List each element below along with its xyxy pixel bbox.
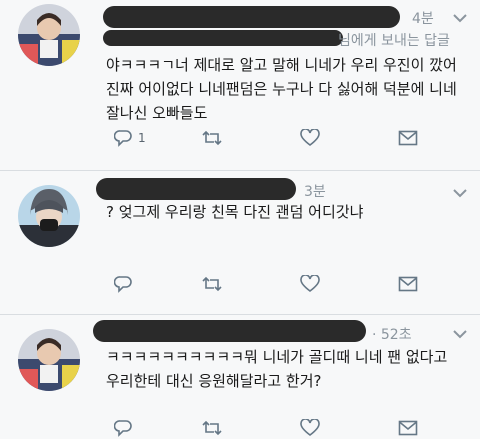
avatar[interactable] bbox=[18, 185, 80, 247]
tweet-text-line: ? 엊그제 우리랑 친목 다진 괜덤 어디갓냐 bbox=[106, 203, 364, 221]
chevron-down-icon[interactable] bbox=[452, 13, 468, 23]
tweet-3[interactable]: · 52초 ㅋㅋㅋㅋㅋㅋㅋㅋㅋㅋ뭐 니네가 골디때 니네 팬 없다고 우리한테 … bbox=[0, 315, 480, 439]
avatar[interactable] bbox=[18, 4, 80, 66]
heart-icon bbox=[300, 129, 320, 147]
reply-icon bbox=[114, 276, 132, 293]
tweet-text: ? 엊그제 우리랑 친목 다진 괜덤 어디갓냐 bbox=[106, 200, 363, 224]
tweet-text-line: 우리한테 대신 응원해달라고 한거? bbox=[106, 372, 322, 390]
reply-icon bbox=[114, 420, 132, 437]
retweet-icon bbox=[202, 276, 222, 292]
tweet-2[interactable]: 3분 ? 엊그제 우리랑 친목 다진 괜덤 어디갓냐 bbox=[0, 171, 480, 314]
chevron-down-icon[interactable] bbox=[452, 329, 468, 339]
like-button[interactable] bbox=[300, 419, 320, 437]
like-button[interactable] bbox=[300, 275, 320, 293]
retweet-button[interactable] bbox=[201, 275, 223, 293]
reply-button[interactable]: 1 bbox=[114, 129, 146, 147]
reply-count: 1 bbox=[138, 131, 146, 145]
redacted-username bbox=[103, 6, 400, 28]
timestamp: · 52초 bbox=[372, 327, 412, 343]
mail-icon bbox=[398, 276, 418, 292]
timestamp: 3분 bbox=[304, 184, 326, 200]
retweet-icon bbox=[202, 130, 222, 146]
chevron-down-icon[interactable] bbox=[452, 188, 468, 198]
reply-icon bbox=[114, 130, 132, 147]
heart-icon bbox=[300, 275, 320, 293]
heart-icon bbox=[300, 419, 320, 437]
retweet-button[interactable] bbox=[201, 419, 223, 437]
timestamp: 4분 bbox=[412, 11, 434, 27]
dm-button[interactable] bbox=[398, 276, 418, 292]
mail-icon bbox=[398, 420, 418, 436]
tweet-text-line: 야ㅋㅋㅋㄱ너 제대로 알고 말해 니네가 우리 우진이 깠어 bbox=[106, 56, 457, 74]
tweet-text-line: 잘나신 오빠들도 bbox=[106, 104, 208, 122]
redacted-reply-handle bbox=[103, 30, 343, 46]
retweet-button[interactable] bbox=[201, 129, 223, 147]
tweet-text-line: 진짜 어이없다 니네팬덤은 누구나 다 싫어해 덕분에 니네 bbox=[106, 80, 457, 98]
dm-button[interactable] bbox=[398, 130, 418, 146]
mail-icon bbox=[398, 130, 418, 146]
reply-button[interactable] bbox=[114, 419, 132, 437]
retweet-icon bbox=[202, 420, 222, 436]
reply-button[interactable] bbox=[114, 275, 132, 293]
redacted-username bbox=[96, 178, 296, 200]
reply-to-label: 님에게 보내는 답글 bbox=[338, 33, 450, 49]
tweet-text: 야ㅋㅋㅋㄱ너 제대로 알고 말해 니네가 우리 우진이 깠어 진짜 어이없다 니… bbox=[106, 53, 457, 125]
redacted-username bbox=[93, 320, 366, 342]
tweet-1[interactable]: 4분 님에게 보내는 답글 야ㅋㅋㅋㄱ너 제대로 알고 말해 니네가 우리 우진… bbox=[0, 0, 480, 170]
avatar[interactable] bbox=[18, 329, 80, 391]
tweet-text: ㅋㅋㅋㅋㅋㅋㅋㅋㅋㅋ뭐 니네가 골디때 니네 팬 없다고 우리한테 대신 응원해… bbox=[106, 345, 447, 393]
like-button[interactable] bbox=[300, 129, 320, 147]
dm-button[interactable] bbox=[398, 420, 418, 436]
tweet-text-line: ㅋㅋㅋㅋㅋㅋㅋㅋㅋㅋ뭐 니네가 골디때 니네 팬 없다고 bbox=[106, 348, 448, 366]
